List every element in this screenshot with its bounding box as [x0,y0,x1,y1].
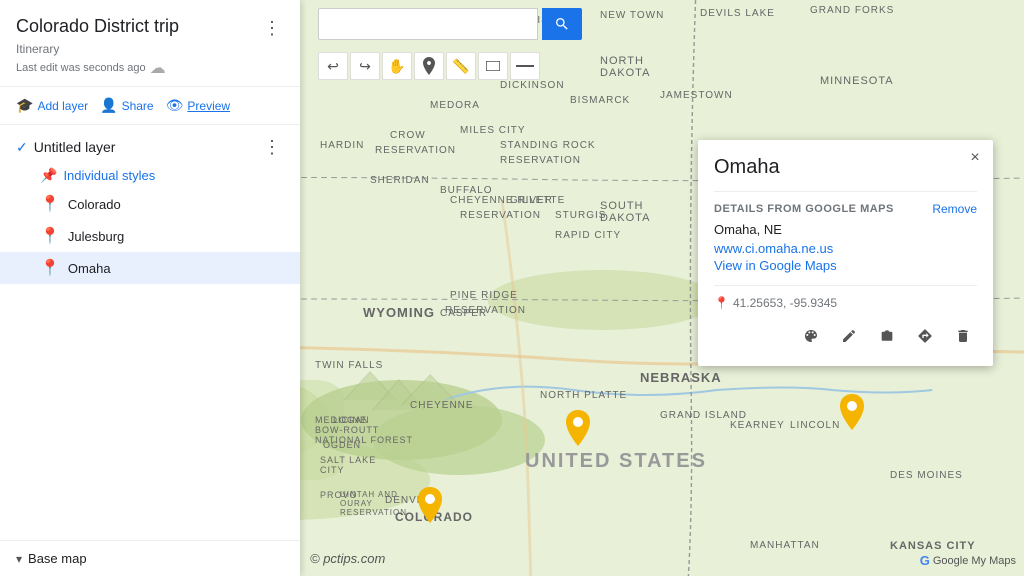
preview-icon: 👁 [166,97,184,114]
base-map-arrow-icon: ▾ [16,552,22,566]
search-button[interactable] [542,8,582,40]
search-input[interactable] [318,8,538,40]
location-item-omaha[interactable]: 📍 Omaha [0,252,300,284]
map-subtitle: Itinerary [16,42,284,56]
panel-title-row: Colorado District trip ⋮ [16,16,284,40]
popup-divider2 [714,285,977,286]
layer-checkbox[interactable]: ✓ [16,139,28,156]
undo-button[interactable]: ↩ [318,52,348,80]
popup-coordinates: 📍 41.25653, -95.9345 [714,296,977,310]
popup-website-link[interactable]: www.ci.omaha.ne.us [714,241,977,256]
popup-camera-icon[interactable] [873,322,901,350]
share-label: Share [122,99,154,113]
popup-details-label: Details from Google Maps [714,203,894,215]
last-edit: Last edit was seconds ago ☁ [16,58,284,78]
popup-directions-icon[interactable] [911,322,939,350]
popup-divider [714,191,977,192]
line-tool-button[interactable] [510,52,540,80]
cloud-icon: ☁ [150,58,166,78]
coords-pin-icon: 📍 [714,296,729,310]
popup-delete-icon[interactable] [949,322,977,350]
map-toolbar: ↩ ↪ ✋ 📏 [310,48,548,84]
julesburg-label: Julesburg [68,229,124,244]
omaha-pin-icon: 📍 [40,258,60,278]
top-bar [310,8,1024,40]
watermark: © pctips.com [310,551,385,566]
popup-remove-button[interactable]: Remove [932,202,977,216]
popup-details-header: Details from Google Maps Remove [714,202,977,216]
last-edit-text: Last edit was seconds ago [16,62,146,74]
shape-button[interactable] [478,52,508,80]
panel-header: Colorado District trip ⋮ Itinerary Last … [0,0,300,87]
preview-label: Preview [187,99,230,113]
location-item-colorado[interactable]: 📍 Colorado [0,188,300,220]
popup-edit-icon[interactable] [835,322,863,350]
individual-styles-label: Individual styles [63,168,155,183]
more-menu-button[interactable]: ⋮ [260,16,284,40]
google-g-logo: G [920,553,930,568]
julesburg-pin-icon: 📍 [40,226,60,246]
add-layer-label: Add layer [37,99,88,113]
popup-style-icon[interactable] [797,322,825,350]
popup-address: Omaha, NE [714,222,977,237]
redo-button[interactable]: ↪ [350,52,380,80]
layer-name: Untitled layer [34,139,116,155]
base-map-label: Base map [28,551,87,566]
google-maps-credit: G Google My Maps [920,553,1016,568]
map-title: Colorado District trip [16,16,179,38]
coords-text: 41.25653, -95.9345 [733,296,837,310]
popup-view-in-gmaps-link[interactable]: View in Google Maps [714,258,977,273]
panel-actions: 🎓 Add layer 👤 Share 👁 Preview [0,87,300,125]
colorado-pin-icon: 📍 [40,194,60,214]
share-button[interactable]: 👤 Share [100,97,153,114]
popup-title: Omaha [714,156,977,179]
layers-section: ✓ Untitled layer ⋮ 📌 Individual styles 📍… [0,125,300,540]
popup-actions-row [714,322,977,350]
marker-button[interactable] [414,52,444,80]
base-map-section[interactable]: ▾ Base map [0,540,300,576]
colorado-label: Colorado [68,197,121,212]
info-popup: × Omaha Details from Google Maps Remove … [698,140,993,366]
add-layer-button[interactable]: 🎓 Add layer [16,97,88,114]
popup-close-button[interactable]: × [965,148,985,168]
left-panel: Colorado District trip ⋮ Itinerary Last … [0,0,300,576]
line-button[interactable]: 📏 [446,52,476,80]
gmaps-credit-text: Google My Maps [933,555,1016,567]
individual-styles-icon: 📌 [40,167,57,184]
layer-title-group: ✓ Untitled layer [16,139,115,156]
hand-tool-button[interactable]: ✋ [382,52,412,80]
share-icon: 👤 [100,97,117,114]
layer-header: ✓ Untitled layer ⋮ [0,125,300,163]
layer-more-button[interactable]: ⋮ [260,135,284,159]
omaha-label: Omaha [68,261,111,276]
location-item-julesburg[interactable]: 📍 Julesburg [0,220,300,252]
preview-button[interactable]: 👁 Preview [166,97,230,114]
add-layer-icon: 🎓 [16,97,33,114]
individual-styles-row[interactable]: 📌 Individual styles [0,163,300,188]
